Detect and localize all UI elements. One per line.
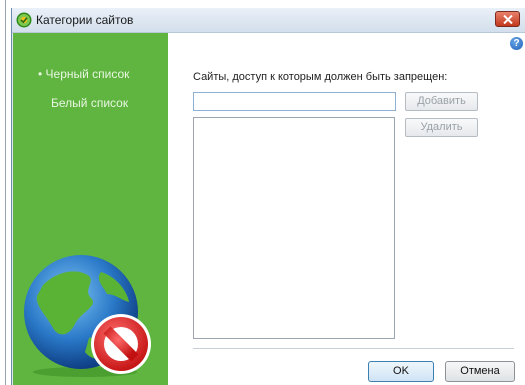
delete-button[interactable]: Удалить: [405, 118, 478, 137]
add-button[interactable]: Добавить: [405, 92, 478, 111]
desktop-edge-line: [5, 0, 6, 385]
ok-button[interactable]: OK: [368, 361, 434, 382]
close-icon: [503, 15, 513, 24]
sidebar-item-blacklist[interactable]: • Черный список: [38, 67, 193, 82]
desktop-edge: [0, 0, 11, 385]
close-button[interactable]: [495, 11, 520, 27]
dialog-window: Категории сайтов • Черный список Белый с…: [11, 8, 525, 385]
sites-label: Сайты, доступ к которым должен быть запр…: [193, 71, 448, 83]
footer-separator: [193, 348, 514, 349]
help-icon[interactable]: ?: [510, 37, 523, 50]
sidebar-item-whitelist[interactable]: Белый список: [51, 96, 206, 111]
title-bar[interactable]: Категории сайтов: [12, 8, 525, 33]
site-url-input[interactable]: [193, 92, 396, 111]
window-title: Категории сайтов: [36, 13, 134, 27]
kaspersky-green-icon: [16, 12, 32, 28]
dialog-client-area: • Черный список Белый список ? Сайты, до…: [13, 33, 525, 385]
cancel-button[interactable]: Отмена: [445, 361, 515, 382]
globe-blocked-icon: [23, 250, 158, 378]
sidebar: • Черный список Белый список: [13, 33, 168, 385]
blocked-sites-list[interactable]: [193, 117, 395, 339]
